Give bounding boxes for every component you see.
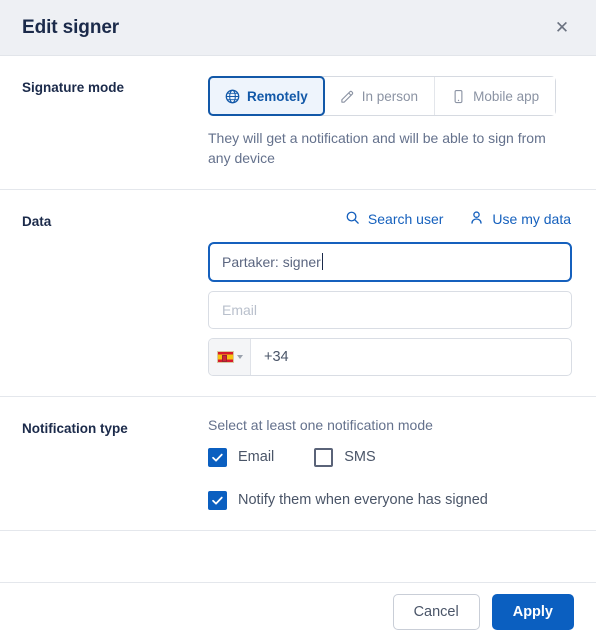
- email-input-placeholder: Email: [222, 301, 258, 318]
- page-title: Edit signer: [22, 16, 120, 38]
- data-label: Data: [22, 213, 52, 229]
- edit-signer-dialog: Edit signer ✕ Signature mode Remotely In…: [0, 0, 596, 640]
- section-data: Data Search user Use my data Partaker: s…: [0, 190, 596, 397]
- dialog-footer: Cancel Apply: [0, 582, 596, 640]
- signer-name-value: Partaker: signer: [222, 253, 321, 270]
- dialog-body: Signature mode Remotely In person Mobile…: [0, 56, 596, 582]
- mobile-phone-icon: [451, 89, 466, 104]
- check-icon: [212, 453, 223, 462]
- checkbox-notify-all-signed-box[interactable]: [208, 490, 227, 510]
- close-icon[interactable]: ✕: [548, 14, 576, 42]
- signature-mode-content: Remotely In person Mobile app They will …: [208, 76, 572, 169]
- email-input[interactable]: Email: [208, 290, 572, 329]
- segment-in-person[interactable]: In person: [323, 77, 436, 115]
- checkbox-notify-all-signed[interactable]: Notify them when everyone has signed: [208, 490, 488, 510]
- search-user-link-label: Search user: [367, 210, 444, 227]
- segment-in-person-label: In person: [361, 88, 419, 104]
- signature-mode-segmented-control[interactable]: Remotely In person Mobile app: [208, 76, 557, 116]
- data-action-links: Search user Use my data: [208, 210, 572, 228]
- chevron-down-icon: [236, 354, 243, 359]
- user-icon: [469, 210, 484, 228]
- signer-name-input[interactable]: Partaker: signer: [208, 241, 572, 282]
- segment-remotely-label: Remotely: [247, 88, 308, 104]
- notification-type-label: Notification type: [22, 420, 128, 436]
- checkbox-notify-all-signed-label: Notify them when everyone has signed: [238, 492, 488, 509]
- apply-button[interactable]: Apply: [491, 593, 574, 630]
- notification-modes-row: Email SMS: [208, 447, 572, 467]
- segment-mobile-app-label: Mobile app: [473, 88, 540, 104]
- spain-flag-icon: [216, 350, 234, 363]
- cancel-button[interactable]: Cancel: [392, 593, 480, 630]
- notification-type-content: Select at least one notification mode Em…: [208, 417, 572, 510]
- phone-dial-code: +34: [264, 348, 289, 365]
- checkbox-sms[interactable]: SMS: [314, 447, 376, 467]
- checkbox-sms-box[interactable]: [314, 447, 334, 467]
- signature-mode-label: Signature mode: [22, 80, 125, 95]
- section-notification-type: Notification type Select at least one no…: [0, 397, 596, 531]
- signature-mode-helper-text: They will get a notification and will be…: [208, 130, 546, 166]
- checkbox-email-label: Email: [238, 449, 275, 466]
- checkbox-email-box[interactable]: [208, 447, 227, 467]
- checkbox-email[interactable]: Email: [208, 447, 275, 467]
- data-content: Search user Use my data Partaker: signer…: [208, 210, 572, 376]
- globe-icon: [225, 89, 240, 104]
- checkbox-sms-label: SMS: [344, 449, 376, 466]
- text-caret: [321, 253, 323, 271]
- phone-input-row[interactable]: +34: [208, 337, 572, 376]
- dialog-header: Edit signer ✕: [0, 0, 596, 56]
- use-my-data-link-label: Use my data: [492, 210, 571, 227]
- country-code-select[interactable]: [209, 338, 251, 375]
- section-signature-mode: Signature mode Remotely In person Mobile…: [0, 56, 596, 190]
- notification-hint: Select at least one notification mode: [208, 416, 433, 433]
- segment-mobile-app[interactable]: Mobile app: [435, 77, 556, 115]
- use-my-data-link[interactable]: Use my data: [469, 210, 571, 228]
- phone-number-input[interactable]: +34: [251, 339, 571, 375]
- check-icon: [212, 496, 223, 505]
- pen-icon: [340, 89, 355, 104]
- search-user-link[interactable]: Search user: [345, 210, 443, 228]
- notify-all-signed-row: Notify them when everyone has signed: [208, 490, 572, 510]
- segment-remotely[interactable]: Remotely: [208, 76, 325, 116]
- search-icon: [345, 210, 360, 228]
